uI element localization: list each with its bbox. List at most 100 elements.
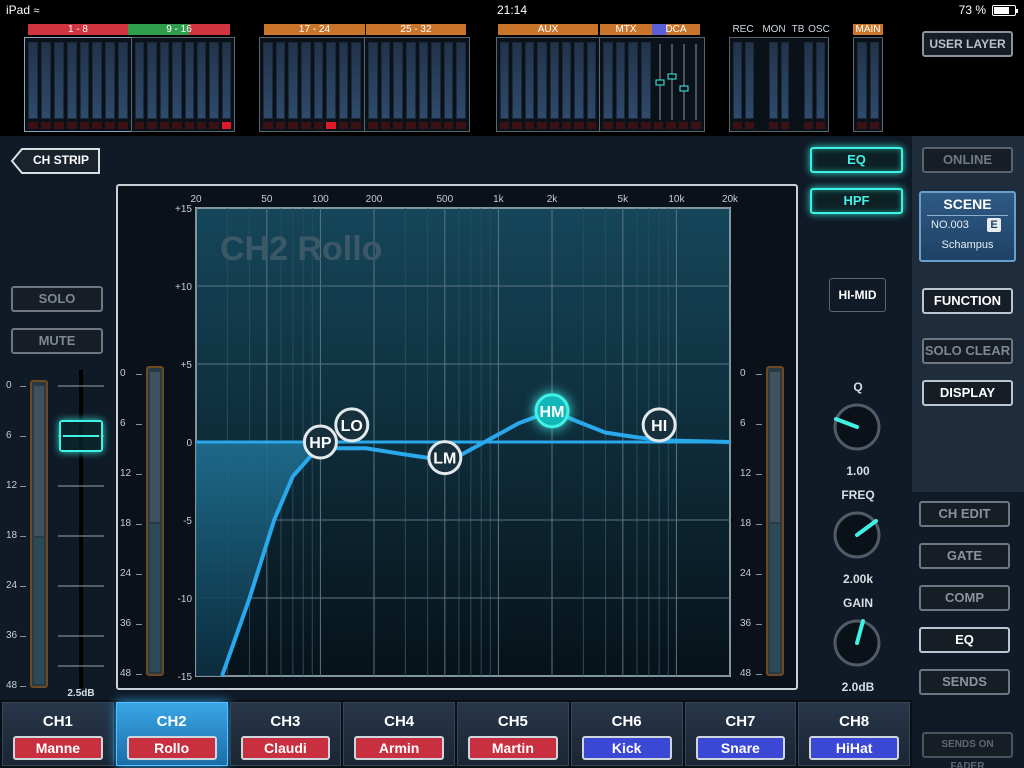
meter-header-mon: MON	[762, 24, 786, 35]
meter-bank-9-16[interactable]	[131, 37, 235, 132]
meter-bank-monitor[interactable]	[729, 37, 829, 132]
eq-band-handle-label: HI	[651, 418, 667, 435]
eq-output-scale-tick	[756, 624, 762, 625]
eq-output-scale: 0 6 12 18 24 36 48	[740, 368, 762, 680]
ch-edit-button[interactable]: CH EDIT	[919, 501, 1010, 527]
channel-select-ch4[interactable]: CH4 Armin	[343, 702, 455, 766]
gain-value: 2.0dB	[841, 680, 875, 694]
eq-output-scale-tick	[756, 674, 762, 675]
q-value: 1.00	[846, 464, 870, 478]
eq-gain-label: 0	[186, 438, 192, 449]
eq-band-handle-lm[interactable]: LM	[427, 440, 463, 476]
fader-track[interactable]	[54, 370, 108, 690]
battery-icon	[992, 4, 1018, 16]
eq-freq-label: 100	[312, 194, 329, 205]
meter-header-25-32: 25 - 32	[366, 24, 466, 35]
eq-band-handle-label: HP	[309, 435, 332, 452]
channel-bar: CH1 Manne CH2 Rollo CH3 Claudi CH4 Armin CH5 Mart…	[0, 700, 912, 768]
eq-freq-label: 200	[366, 194, 383, 205]
mute-button[interactable]: MUTE	[11, 328, 103, 354]
user-layer-button[interactable]: USER LAYER	[922, 31, 1013, 57]
meter-header-tb: TB	[791, 24, 805, 35]
eq-input-scale-tick	[136, 624, 142, 625]
eq-on-button[interactable]: EQ	[810, 147, 903, 173]
hpf-on-button[interactable]: HPF	[810, 188, 903, 214]
function-button[interactable]: FUNCTION	[922, 288, 1013, 314]
channel-select-ch2[interactable]: CH2 Rollo	[115, 702, 228, 766]
fader-scale-tick	[20, 436, 26, 437]
channel-select-ch7[interactable]: CH7 Snare	[684, 702, 797, 766]
status-bar: iPad ≈ 21:14 73 %	[0, 0, 1024, 20]
eq-input-scale-tick	[136, 424, 142, 425]
channel-id: CH6	[611, 713, 642, 730]
eq-band-handle-label: HM	[540, 404, 565, 421]
eq-channel-title: CH2 Rollo	[220, 230, 383, 268]
channel-level-meter	[30, 380, 48, 688]
meter-header-9-16: 9 - 16	[128, 24, 230, 35]
meter-header-17-24: 17 - 24	[264, 24, 365, 35]
eq-gain-label: -5	[183, 516, 192, 527]
online-button[interactable]: ONLINE	[922, 147, 1013, 173]
gate-button[interactable]: GATE	[919, 543, 1010, 569]
comp-button[interactable]: COMP	[919, 585, 1010, 611]
channel-id: CH4	[384, 713, 415, 730]
meter-bank-main[interactable]	[853, 37, 883, 132]
meter-header-main: MAIN	[853, 24, 883, 35]
freq-knob[interactable]	[829, 507, 885, 563]
fader-scale-tick	[20, 586, 26, 587]
channel-name-label: Rollo	[126, 736, 217, 760]
channel-select-ch1[interactable]: CH1 Manne	[2, 702, 114, 766]
eq-band-handle-hp[interactable]: HP	[302, 424, 338, 460]
eq-band-handle-hm[interactable]: HM	[534, 393, 570, 429]
q-knob[interactable]	[829, 399, 885, 455]
eq-output-scale-tick	[756, 374, 762, 375]
eq-freq-label: 500	[436, 194, 453, 205]
meter-bank-mtx-dca[interactable]	[599, 37, 705, 132]
eq-band-handle-hi[interactable]: HI	[641, 407, 677, 443]
display-button[interactable]: DISPLAY	[922, 380, 1013, 406]
fader-handle[interactable]	[59, 420, 103, 452]
scene-title: SCENE	[943, 196, 992, 212]
channel-name-label: Claudi	[240, 736, 331, 760]
meter-bank-aux[interactable]	[496, 37, 600, 132]
meter-bank-25-32[interactable]	[364, 37, 470, 132]
eq-page-button[interactable]: EQ	[919, 627, 1010, 653]
eq-input-scale-tick	[136, 474, 142, 475]
solo-clear-button[interactable]: SOLO CLEAR	[922, 338, 1013, 364]
q-label: Q	[853, 380, 863, 394]
channel-select-ch5[interactable]: CH5 Martin	[457, 702, 569, 766]
meter-header-aux: AUX	[498, 24, 598, 35]
sends-button[interactable]: SENDS	[919, 669, 1010, 695]
scene-panel[interactable]: SCENE NO.003 E Schampus	[919, 191, 1016, 262]
gain-label: GAIN	[843, 596, 873, 610]
eq-input-scale-tick	[136, 574, 142, 575]
channel-name-label: Snare	[695, 736, 786, 760]
eq-input-scale-tick	[136, 524, 142, 525]
eq-graph[interactable]: 20 50 100 200 500 1k 2k 5k 10k 20k +15 +10 +5 0 -5 -10 -…	[116, 184, 798, 690]
channel-name-label: Martin	[468, 736, 558, 760]
eq-freq-label: 10k	[668, 194, 685, 205]
channel-select-ch8[interactable]: CH8 HiHat	[798, 702, 910, 766]
fader-value: 2.5dB	[67, 688, 95, 699]
eq-freq-label: 50	[261, 194, 273, 205]
eq-input-scale-tick	[136, 374, 142, 375]
gain-knob[interactable]	[829, 615, 885, 671]
fader-scale-tick	[20, 686, 26, 687]
channel-id: CH2	[156, 713, 187, 730]
meter-header-1-8: 1 - 8	[28, 24, 128, 35]
battery-indicator: 73 %	[959, 3, 1018, 17]
channel-id: CH5	[497, 713, 528, 730]
eq-freq-label: 20	[190, 194, 202, 205]
eq-band-handle-lo[interactable]: LO	[334, 407, 370, 443]
ch-strip-back-label: CH STRIP	[32, 153, 89, 167]
solo-button[interactable]: SOLO	[11, 286, 103, 312]
sends-on-fader-button[interactable]: SENDS ON FADER	[922, 732, 1013, 768]
channel-select-ch6[interactable]: CH6 Kick	[570, 702, 683, 766]
eq-freq-label: 20k	[722, 194, 739, 205]
channel-id: CH8	[839, 713, 870, 730]
channel-select-ch3[interactable]: CH3 Claudi	[229, 702, 342, 766]
channel-name-label: Armin	[354, 736, 444, 760]
meter-bank-1-8[interactable]	[24, 37, 132, 132]
fader-scale: 0 6 12 18 24 36 48	[6, 380, 26, 691]
meter-bank-17-24[interactable]	[259, 37, 365, 132]
